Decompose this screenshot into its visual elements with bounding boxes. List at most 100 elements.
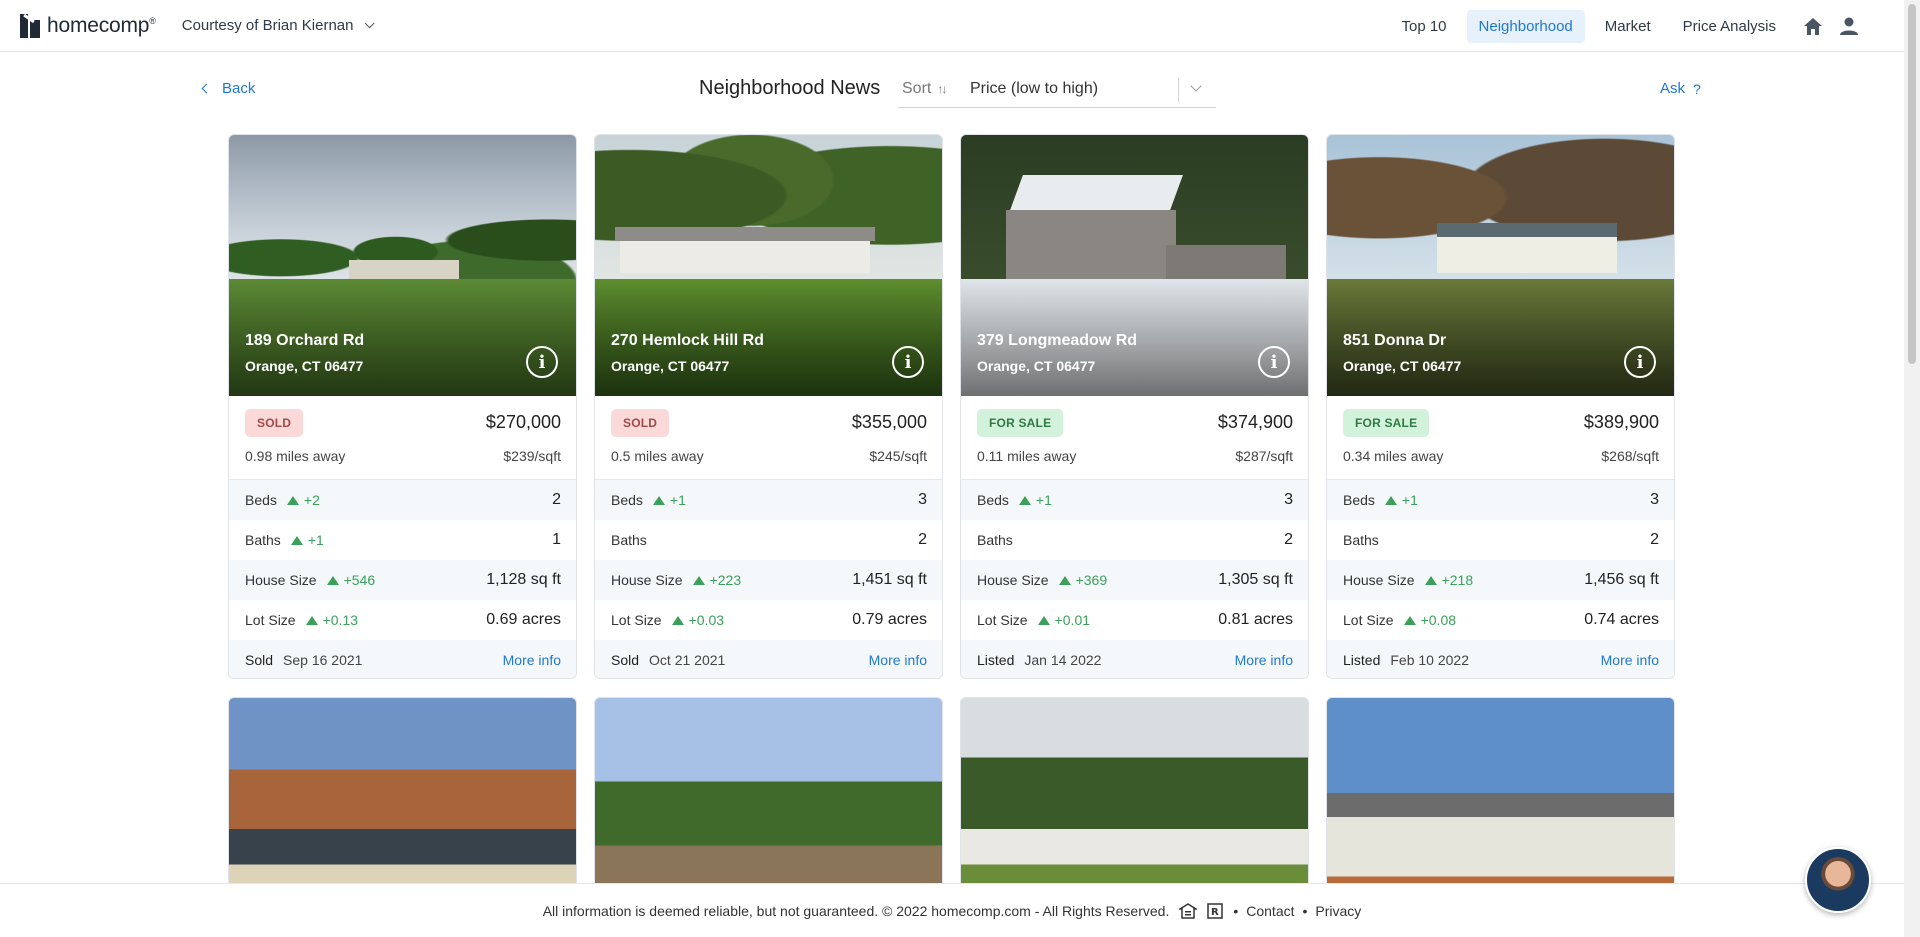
realtor-icon: R — [1207, 902, 1225, 919]
increase-triangle-icon — [326, 575, 339, 585]
property-photo[interactable]: 270 Hemlock Hill Rd Orange, CT 06477 i — [595, 135, 942, 396]
status-badge: SOLD — [611, 409, 670, 437]
property-address: 189 Orchard Rd — [245, 332, 365, 349]
ask-link[interactable]: Ask ? — [1660, 80, 1701, 97]
main-nav: Top 10 Neighborhood Market Price Analysi… — [1381, 0, 1860, 52]
beds-row: Beds +2 2 — [229, 480, 576, 520]
dropdown-arrow-icon — [1190, 80, 1202, 92]
baths-row: Baths 2 — [1343, 531, 1659, 548]
lot-size-row: Lot Size +0.01 0.81 acres — [977, 611, 1293, 628]
price-per-sqft: $268/sqft — [1601, 448, 1659, 464]
footer: All information is deemed reliable, but … — [0, 883, 1904, 937]
property-photo[interactable]: 851 Donna Dr Orange, CT 06477 i — [1327, 135, 1674, 396]
equal-housing-icon — [1177, 902, 1199, 919]
baths-row: Baths 2 — [611, 531, 927, 548]
property-photo[interactable]: 189 Orchard Rd Orange, CT 06477 i — [229, 135, 576, 396]
back-link[interactable]: Back — [201, 80, 256, 97]
property-card[interactable]: 189 Orchard Rd Orange, CT 06477 i SOLD $… — [228, 134, 577, 679]
sort-value: Price (low to high) — [970, 80, 1099, 97]
increase-triangle-icon — [652, 495, 665, 505]
property-city: Orange, CT 06477 — [611, 358, 730, 374]
property-price: $374,900 — [1217, 412, 1293, 432]
contact-link[interactable]: Contact — [1246, 903, 1294, 919]
property-price: $270,000 — [485, 412, 561, 432]
sort-label: Sort ↑↓ — [902, 80, 947, 97]
property-distance: 0.98 miles away — [245, 448, 346, 464]
account-icon[interactable] — [1838, 15, 1860, 37]
beds-row: Beds +1 3 — [1327, 480, 1674, 520]
courtesy-text: Courtesy of Brian Kiernan — [181, 17, 354, 34]
nav-neighborhood[interactable]: Neighborhood — [1466, 9, 1585, 43]
more-info-link[interactable]: More info — [1235, 652, 1293, 668]
page-scrollbar[interactable] — [1904, 0, 1920, 937]
house-size-row: House Size +218 1,456 sq ft — [1327, 560, 1674, 600]
nav-market[interactable]: Market — [1593, 10, 1663, 43]
property-distance: 0.34 miles away — [1343, 448, 1444, 464]
property-city: Orange, CT 06477 — [1343, 358, 1462, 374]
info-icon[interactable]: i — [526, 346, 558, 378]
baths-row: Baths 2 — [977, 531, 1293, 548]
ask-label: Ask — [1660, 80, 1686, 97]
chevron-down-icon — [364, 18, 375, 29]
property-price: $355,000 — [851, 412, 927, 432]
sort-arrows-icon: ↑↓ — [937, 82, 947, 96]
info-icon[interactable]: i — [892, 346, 924, 378]
house-size-row: House Size +369 1,305 sq ft — [961, 560, 1308, 600]
property-address: 379 Longmeadow Rd — [977, 332, 1138, 349]
price-per-sqft: $287/sqft — [1235, 448, 1293, 464]
more-info-link[interactable]: More info — [1601, 652, 1659, 668]
beds-row: Beds +1 3 — [595, 480, 942, 520]
chevron-left-icon — [201, 83, 212, 94]
property-address: 270 Hemlock Hill Rd — [611, 332, 764, 349]
home-icon[interactable] — [1802, 15, 1824, 37]
property-card[interactable]: 851 Donna Dr Orange, CT 06477 i FOR SALE… — [1326, 134, 1675, 679]
back-label: Back — [222, 80, 256, 97]
price-per-sqft: $239/sqft — [503, 448, 561, 464]
property-card[interactable]: 379 Longmeadow Rd Orange, CT 06477 i FOR… — [960, 134, 1309, 679]
question-icon: ? — [1693, 80, 1701, 97]
increase-triangle-icon — [1424, 575, 1437, 585]
increase-triangle-icon — [290, 535, 303, 545]
logo-mark-icon — [20, 13, 40, 38]
more-info-link[interactable]: More info — [503, 652, 561, 668]
svg-text:R: R — [1211, 907, 1219, 918]
property-address: 851 Donna Dr — [1343, 332, 1447, 349]
increase-triangle-icon — [305, 615, 318, 625]
lot-size-row: Lot Size +0.08 0.74 acres — [1343, 611, 1659, 628]
status-badge: FOR SALE — [977, 409, 1064, 437]
property-distance: 0.5 miles away — [611, 448, 704, 464]
increase-triangle-icon — [1018, 495, 1031, 505]
property-city: Orange, CT 06477 — [245, 358, 364, 374]
increase-triangle-icon — [1384, 495, 1397, 505]
footer-disclaimer: All information is deemed reliable, but … — [542, 902, 1170, 919]
date-row: Listed Jan 14 2022 More info — [961, 640, 1308, 678]
sort-dropdown[interactable]: Price (low to high) — [898, 72, 1216, 108]
baths-row: Baths +1 1 — [245, 531, 561, 548]
lot-size-row: Lot Size +0.13 0.69 acres — [245, 611, 561, 628]
lot-size-row: Lot Size +0.03 0.79 acres — [611, 611, 927, 628]
agent-avatar[interactable] — [1805, 847, 1871, 913]
status-badge: SOLD — [245, 409, 304, 437]
agent-selector[interactable]: Courtesy of Brian Kiernan — [181, 17, 375, 34]
info-icon[interactable]: i — [1258, 346, 1290, 378]
info-icon[interactable]: i — [1624, 346, 1656, 378]
date-row: Sold Sep 16 2021 More info — [229, 640, 576, 678]
nav-price-analysis[interactable]: Price Analysis — [1671, 10, 1788, 43]
nav-top-10[interactable]: Top 10 — [1389, 10, 1458, 43]
top-bar: homecomp® Courtesy of Brian Kiernan Top … — [0, 0, 1904, 52]
increase-triangle-icon — [1037, 615, 1050, 625]
privacy-link[interactable]: Privacy — [1315, 903, 1361, 919]
property-distance: 0.11 miles away — [977, 448, 1077, 464]
increase-triangle-icon — [692, 575, 705, 585]
more-info-link[interactable]: More info — [869, 652, 927, 668]
property-city: Orange, CT 06477 — [977, 358, 1096, 374]
status-badge: FOR SALE — [1343, 409, 1430, 437]
property-photo[interactable]: 379 Longmeadow Rd Orange, CT 06477 i — [961, 135, 1308, 396]
property-card[interactable]: 270 Hemlock Hill Rd Orange, CT 06477 i S… — [594, 134, 943, 679]
property-price: $389,900 — [1583, 412, 1659, 432]
homecomp-logo[interactable]: homecomp® — [20, 13, 156, 38]
date-row: Listed Feb 10 2022 More info — [1327, 640, 1674, 678]
increase-triangle-icon — [1403, 615, 1416, 625]
date-row: Sold Oct 21 2021 More info — [595, 640, 942, 678]
brand-name: homecomp — [47, 13, 150, 37]
